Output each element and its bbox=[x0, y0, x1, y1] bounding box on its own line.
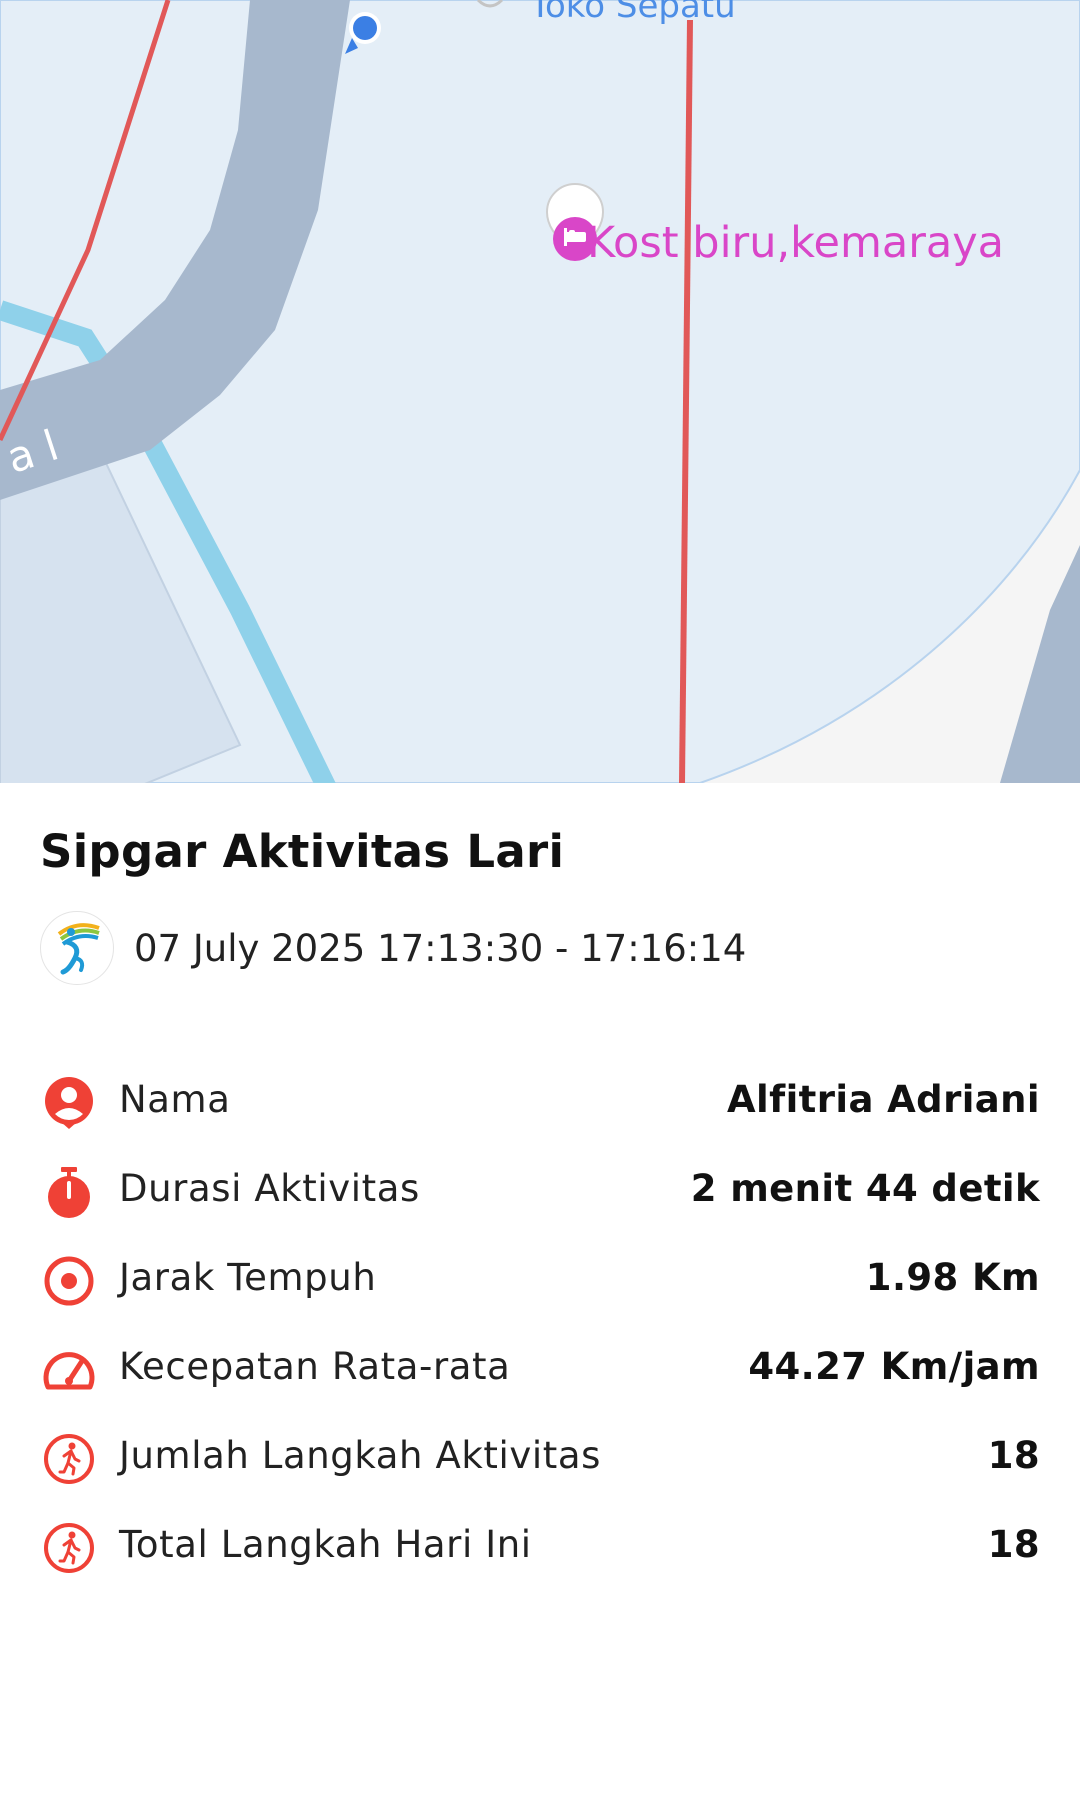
stat-row-nama: Nama Alfitria Adriani bbox=[0, 1068, 1080, 1129]
activity-time-row: 07 July 2025 17:13:30 - 17:16:14 bbox=[40, 911, 1040, 985]
stat-value: Alfitria Adriani bbox=[726, 1078, 1040, 1121]
speedometer-icon bbox=[43, 1352, 95, 1390]
stat-row-jarak: Jarak Tempuh 1.98 Km bbox=[0, 1246, 1080, 1306]
runner-icon bbox=[44, 1434, 94, 1484]
stat-row-durasi: Durasi Aktivitas 2 menit 44 detik bbox=[0, 1157, 1080, 1218]
stat-value: 44.27 Km/jam bbox=[748, 1345, 1040, 1388]
activity-panel: Sipgar Aktivitas Lari 07 July 2025 17:13… bbox=[0, 783, 1080, 1815]
map-canvas[interactable]: a l bbox=[0, 0, 1080, 783]
route-map[interactable]: a l Toko Sepatu Kost biru,kemaraya bbox=[0, 0, 1080, 783]
stat-value: 1.98 Km bbox=[865, 1256, 1040, 1299]
stat-label: Total Langkah Hari Ini bbox=[119, 1523, 532, 1566]
stat-label: Jumlah Langkah Aktivitas bbox=[119, 1434, 602, 1477]
current-location-dot bbox=[353, 16, 377, 40]
map-poi-label: Kost biru,kemaraya bbox=[587, 218, 1005, 268]
stat-value: 18 bbox=[987, 1523, 1040, 1566]
map-poi-label-top: Toko Sepatu bbox=[530, 0, 736, 26]
stat-value: 18 bbox=[987, 1434, 1040, 1477]
stat-label: Nama bbox=[119, 1078, 231, 1121]
app-logo-icon bbox=[40, 911, 114, 985]
stat-row-kecepatan: Kecepatan Rata-rata 44.27 Km/jam bbox=[0, 1335, 1080, 1395]
runner-icon bbox=[44, 1523, 94, 1573]
target-icon bbox=[44, 1256, 94, 1306]
person-pin-icon bbox=[45, 1077, 93, 1129]
stat-label: Jarak Tempuh bbox=[119, 1256, 377, 1299]
page-title: Sipgar Aktivitas Lari bbox=[40, 825, 565, 878]
stat-row-total-langkah: Total Langkah Hari Ini 18 bbox=[0, 1513, 1080, 1573]
stat-label: Durasi Aktivitas bbox=[119, 1167, 420, 1210]
stat-label: Kecepatan Rata-rata bbox=[119, 1345, 511, 1388]
stopwatch-icon bbox=[48, 1167, 90, 1218]
stat-value: 2 menit 44 detik bbox=[690, 1167, 1040, 1210]
stat-row-jumlah-langkah: Jumlah Langkah Aktivitas 18 bbox=[0, 1424, 1080, 1484]
activity-time-range: 07 July 2025 17:13:30 - 17:16:14 bbox=[134, 927, 747, 970]
